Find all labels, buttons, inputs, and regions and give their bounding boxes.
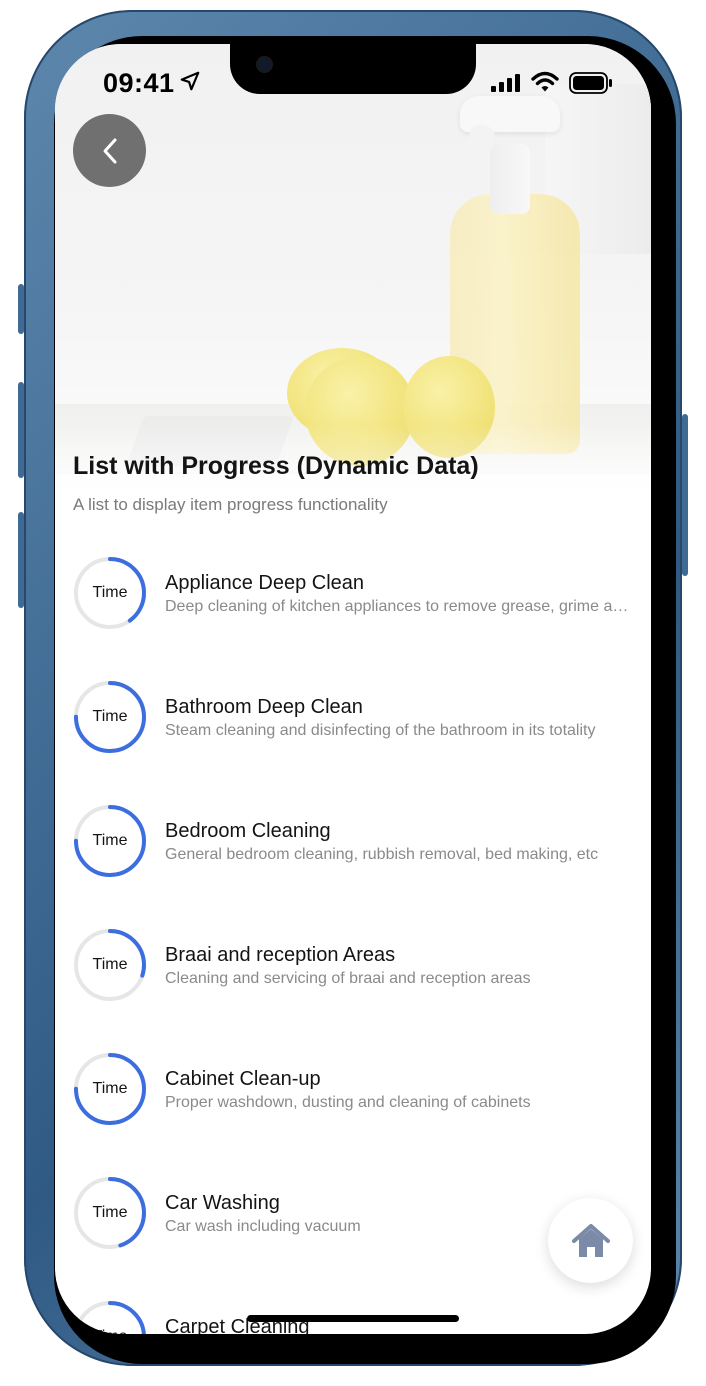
- chevron-left-icon: [103, 138, 116, 163]
- mute-switch: [18, 284, 24, 334]
- item-description: Cleaning and servicing of braai and rece…: [165, 970, 531, 987]
- item-title: Bathroom Deep Clean: [165, 696, 363, 718]
- back-button[interactable]: [73, 114, 146, 187]
- progress-label: Time: [92, 708, 128, 725]
- home-icon: [571, 1223, 610, 1257]
- screen: 09:41 List with Progress (Dynamic Data) …: [55, 44, 651, 1334]
- location-arrow-icon: [180, 71, 200, 91]
- list-item[interactable]: Time Bedroom Cleaning General bedroom cl…: [55, 804, 651, 884]
- list-item[interactable]: Time Cabinet Clean-up Proper washdown, d…: [55, 1052, 651, 1132]
- progress-label: Time: [92, 584, 128, 601]
- status-bar: 09:41: [55, 44, 651, 120]
- item-description: Steam cleaning and disinfecting of the b…: [165, 722, 596, 739]
- item-title: Car Washing: [165, 1192, 280, 1214]
- list-item[interactable]: Time Braai and reception Areas Cleaning …: [55, 928, 651, 1008]
- wifi-icon: [531, 71, 559, 92]
- power-button: [682, 414, 688, 576]
- item-description: Deep cleaning of kitchen appliances to r…: [165, 598, 635, 615]
- battery-icon: [569, 72, 612, 94]
- page-title: List with Progress (Dynamic Data): [73, 452, 479, 480]
- status-time: 09:41: [103, 68, 175, 98]
- item-description: Proper washdown, dusting and cleaning of…: [165, 1094, 531, 1111]
- item-description: General bedroom cleaning, rubbish remova…: [165, 846, 599, 863]
- home-fab-button[interactable]: [548, 1198, 633, 1283]
- list-item[interactable]: Time Bathroom Deep Clean Steam cleaning …: [55, 680, 651, 760]
- volume-up-button: [18, 382, 24, 478]
- cellular-signal-icon: [491, 74, 520, 92]
- item-title: Cabinet Clean-up: [165, 1068, 321, 1090]
- progress-label: Time: [92, 832, 128, 849]
- volume-down-button: [18, 512, 24, 608]
- progress-label: Time: [92, 1204, 128, 1221]
- progress-label: Time: [92, 1080, 128, 1097]
- item-title: Braai and reception Areas: [165, 944, 396, 966]
- item-title: Appliance Deep Clean: [165, 572, 365, 594]
- home-indicator: [247, 1315, 459, 1322]
- progress-label: Time: [73, 1300, 147, 1334]
- page-subtitle: A list to display item progress function…: [73, 495, 388, 514]
- item-title: Bedroom Cleaning: [165, 820, 331, 842]
- progress-label: Time: [92, 956, 128, 973]
- list-item[interactable]: Time Appliance Deep Clean Deep cleaning …: [55, 556, 651, 636]
